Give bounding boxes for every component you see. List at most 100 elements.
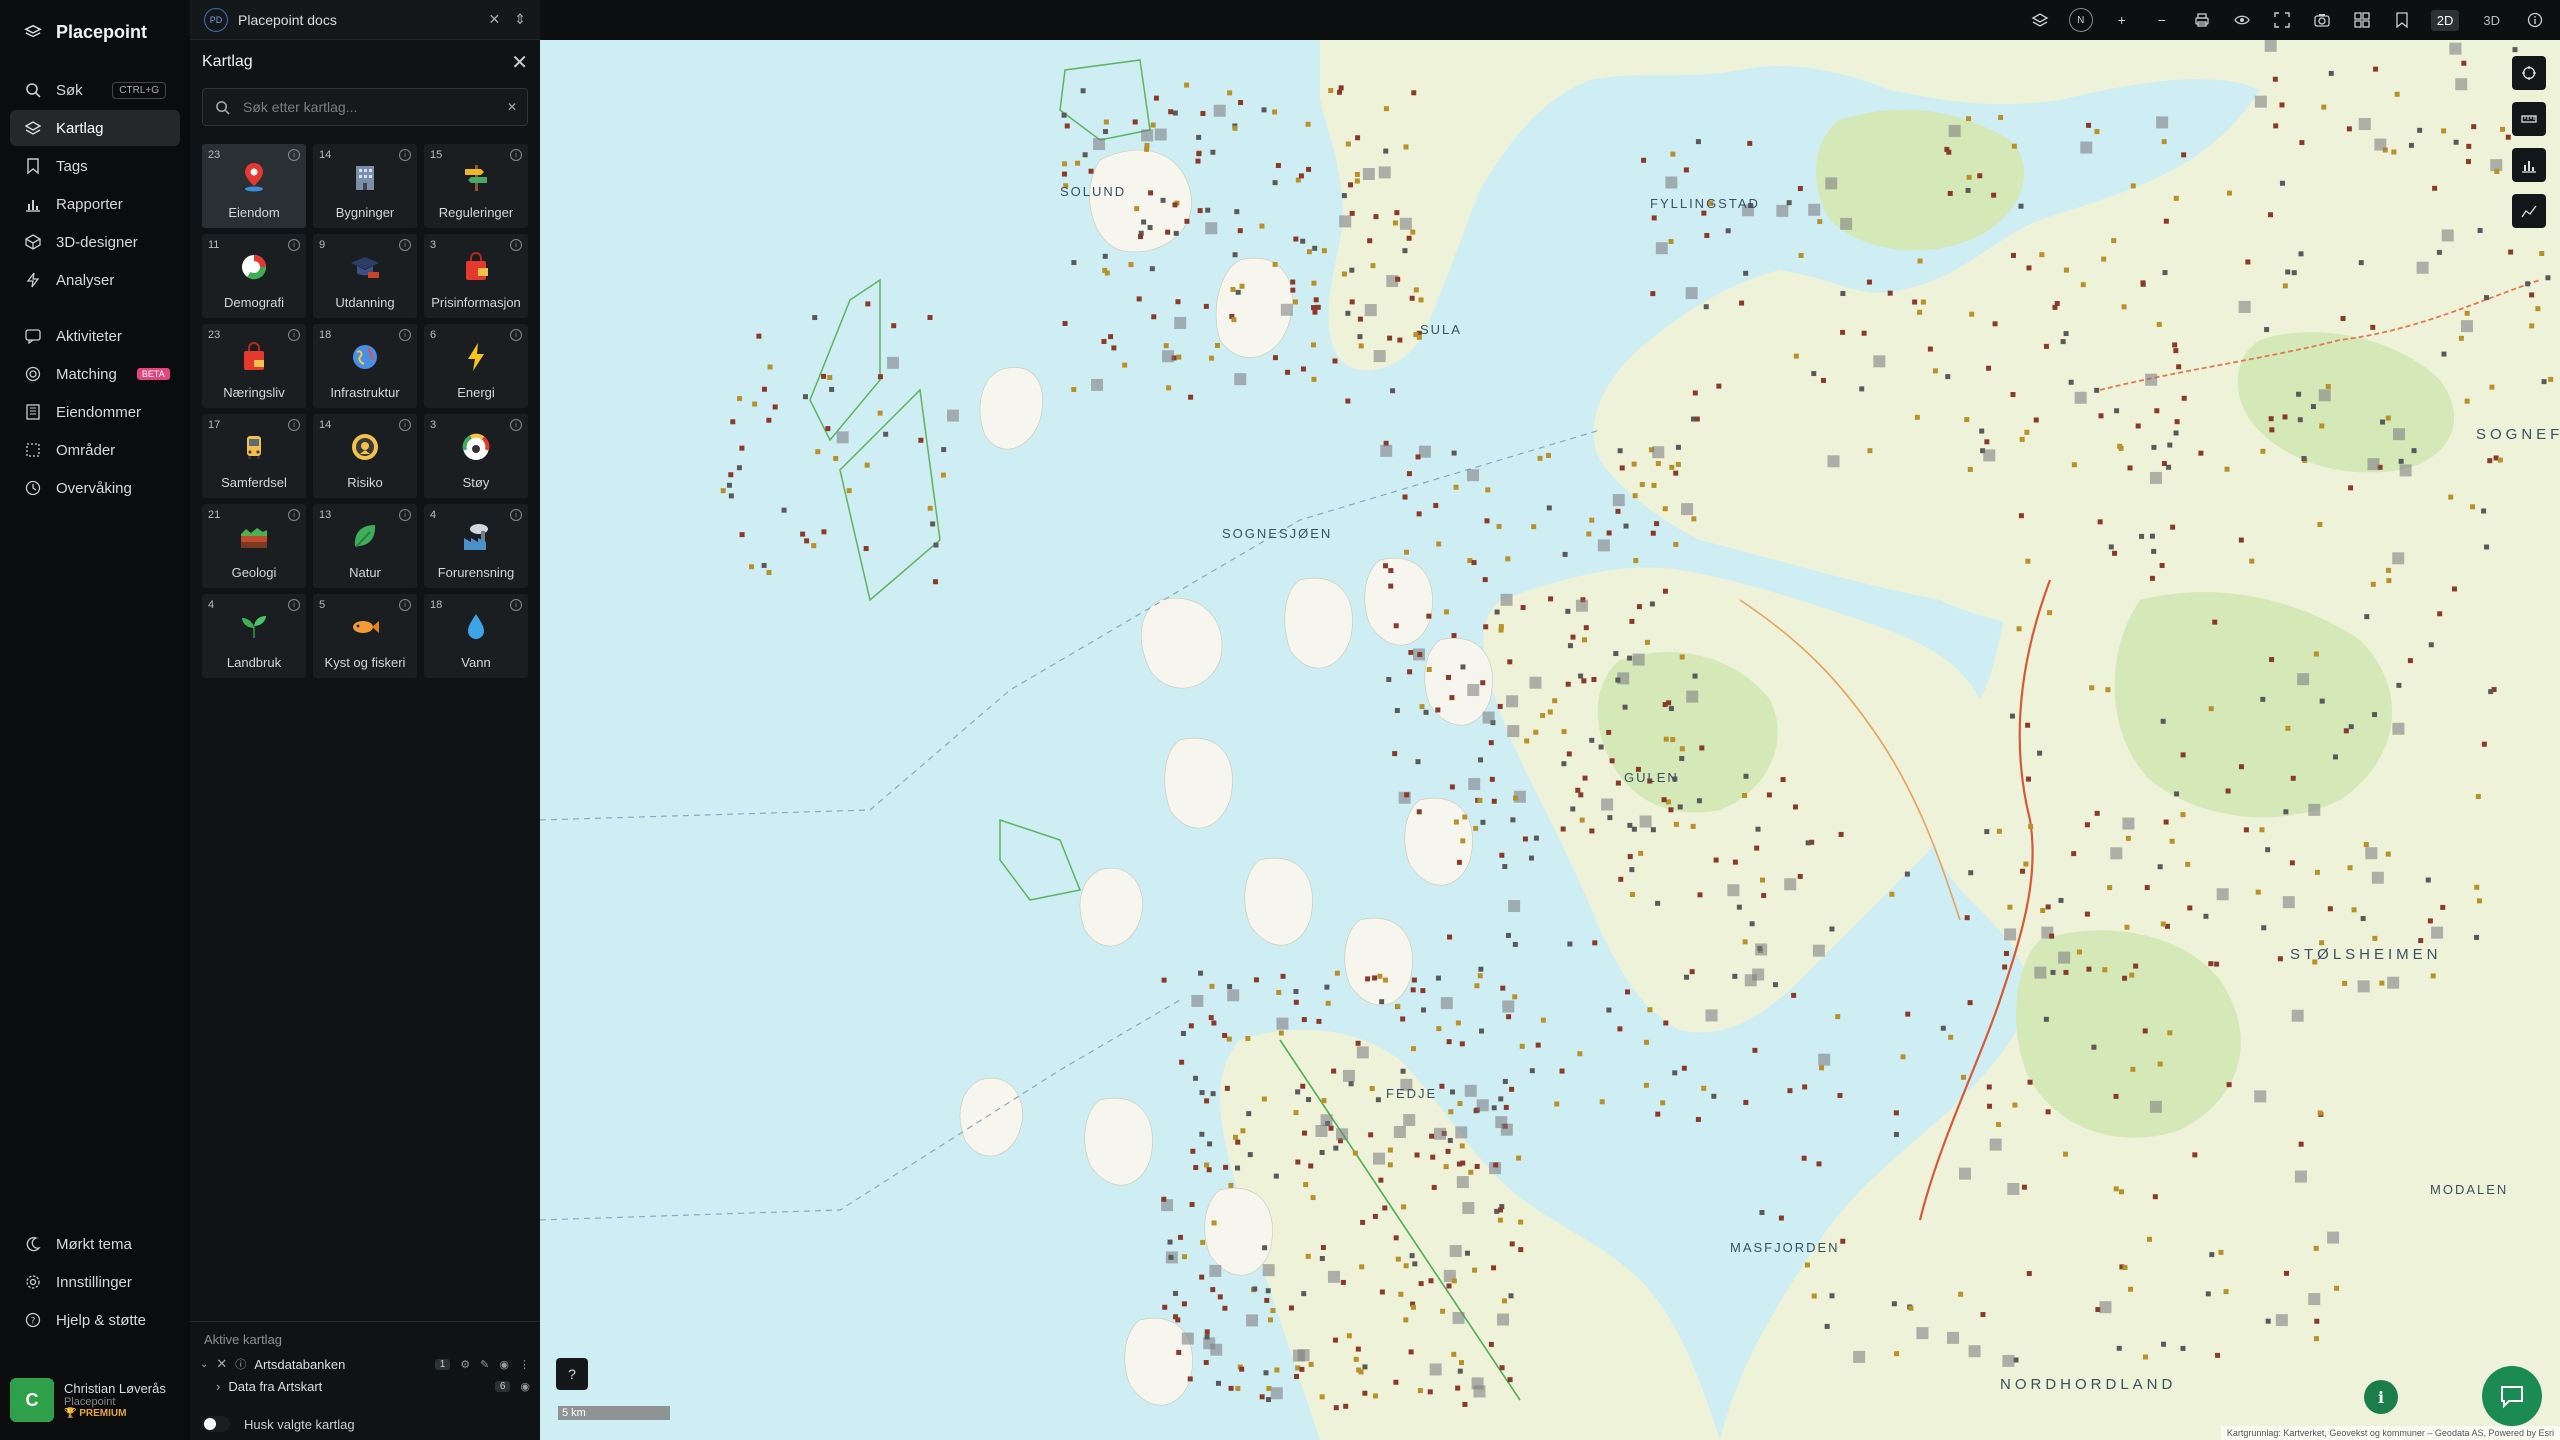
map-point-marker[interactable]	[1222, 1032, 1228, 1038]
map-point-marker[interactable]	[1703, 304, 1709, 310]
map-point-marker[interactable]	[1259, 1394, 1265, 1400]
map-cluster-marker[interactable]	[1506, 695, 1519, 708]
map-cluster-marker[interactable]	[1464, 1084, 1477, 1097]
map-cluster-marker[interactable]	[2392, 552, 2405, 565]
map-point-marker[interactable]	[1313, 297, 1319, 303]
map-point-marker[interactable]	[1840, 291, 1846, 297]
map-point-marker[interactable]	[756, 333, 762, 339]
map-point-marker[interactable]	[1820, 377, 1826, 383]
map-point-marker[interactable]	[1275, 163, 1281, 169]
map-cluster-marker[interactable]	[1989, 1138, 2002, 1151]
map-point-marker[interactable]	[1111, 345, 1117, 351]
map-cluster-marker[interactable]	[1825, 177, 1838, 190]
map-point-marker[interactable]	[2347, 865, 2353, 871]
map-point-marker[interactable]	[1457, 1101, 1463, 1107]
map-point-marker[interactable]	[1176, 1349, 1182, 1355]
map-point-marker[interactable]	[2291, 270, 2297, 276]
map-point-marker[interactable]	[1400, 1016, 1406, 1022]
map-point-marker[interactable]	[2112, 550, 2118, 556]
map-cluster-marker[interactable]	[1983, 449, 1996, 462]
map-point-marker[interactable]	[812, 315, 818, 321]
map-point-marker[interactable]	[1840, 329, 1846, 335]
map-point-marker[interactable]	[2391, 149, 2397, 155]
map-point-marker[interactable]	[1382, 1205, 1388, 1211]
map-point-marker[interactable]	[1188, 1023, 1194, 1029]
map-point-marker[interactable]	[1508, 1293, 1514, 1299]
map-point-marker[interactable]	[1472, 1267, 1478, 1273]
category-forurensning[interactable]: 4 i Forurensning	[424, 504, 528, 588]
map-point-marker[interactable]	[1606, 729, 1612, 735]
map-point-marker[interactable]	[1414, 1152, 1420, 1158]
map-point-marker[interactable]	[2142, 1028, 2148, 1034]
map-point-marker[interactable]	[1817, 219, 1823, 225]
map-point-marker[interactable]	[1272, 109, 1278, 115]
map-point-marker[interactable]	[1217, 1294, 1223, 1300]
map-cluster-marker[interactable]	[2002, 1354, 2015, 1367]
map-point-marker[interactable]	[1649, 601, 1655, 607]
map-point-marker[interactable]	[1984, 829, 1990, 835]
map-point-marker[interactable]	[2063, 969, 2069, 975]
map-point-marker[interactable]	[891, 323, 897, 329]
map-point-marker[interactable]	[2432, 185, 2438, 191]
map-point-marker[interactable]	[1887, 290, 1893, 296]
map-point-marker[interactable]	[1319, 1149, 1325, 1155]
map-point-marker[interactable]	[1198, 970, 1204, 976]
map-point-marker[interactable]	[2466, 143, 2472, 149]
map-point-marker[interactable]	[1355, 1346, 1361, 1352]
map-point-marker[interactable]	[1732, 859, 1738, 865]
map-point-marker[interactable]	[1235, 1385, 1241, 1391]
map-point-marker[interactable]	[1453, 819, 1459, 825]
map-point-marker[interactable]	[1358, 343, 1364, 349]
map-cluster-marker[interactable]	[2254, 95, 2267, 108]
map-point-marker[interactable]	[1632, 493, 1638, 499]
map-point-marker[interactable]	[1965, 187, 1971, 193]
map-point-marker[interactable]	[2094, 387, 2100, 393]
map-point-marker[interactable]	[1160, 197, 1166, 203]
map-point-marker[interactable]	[2380, 419, 2386, 425]
map-point-marker[interactable]	[1175, 1317, 1181, 1323]
map-point-marker[interactable]	[1552, 698, 1558, 704]
map-point-marker[interactable]	[2176, 364, 2182, 370]
map-point-marker[interactable]	[2535, 306, 2541, 312]
map-point-marker[interactable]	[1969, 311, 1975, 317]
map-point-marker[interactable]	[2284, 1270, 2290, 1276]
map-point-marker[interactable]	[1696, 798, 1702, 804]
map-cluster-marker[interactable]	[2399, 464, 2412, 477]
map-point-marker[interactable]	[1471, 560, 1477, 566]
map-point-marker[interactable]	[2068, 379, 2074, 385]
map-point-marker[interactable]	[1204, 1329, 1210, 1335]
category-bygninger[interactable]: 14 i Bygninger	[313, 144, 417, 228]
map-point-marker[interactable]	[1629, 892, 1635, 898]
map-cluster-marker[interactable]	[1968, 1345, 1981, 1358]
measure-tool-icon[interactable]	[2512, 56, 2546, 90]
map-point-marker[interactable]	[1274, 1367, 1280, 1373]
map-cluster-marker[interactable]	[1947, 1331, 1960, 1344]
map-point-marker[interactable]	[1725, 228, 1731, 234]
map-point-marker[interactable]	[2525, 281, 2531, 287]
map-point-marker[interactable]	[1306, 249, 1312, 255]
map-point-marker[interactable]	[1679, 654, 1685, 660]
map-point-marker[interactable]	[1893, 1110, 1899, 1116]
map-point-marker[interactable]	[1387, 1162, 1393, 1168]
map-cluster-marker[interactable]	[2358, 118, 2371, 131]
map-point-marker[interactable]	[2043, 1016, 2049, 1022]
map-point-marker[interactable]	[1352, 1150, 1358, 1156]
mode-3d-button[interactable]: 3D	[2477, 10, 2506, 31]
nav-item-settings[interactable]: Innstillinger	[10, 1264, 180, 1300]
map-point-marker[interactable]	[1332, 358, 1338, 364]
map-point-marker[interactable]	[1148, 190, 1154, 196]
map-point-marker[interactable]	[2328, 70, 2334, 76]
info-icon[interactable]: i	[510, 419, 522, 431]
map-point-marker[interactable]	[2484, 544, 2490, 550]
map-point-marker[interactable]	[2458, 335, 2464, 341]
map-point-marker[interactable]	[1946, 149, 1952, 155]
map-point-marker[interactable]	[1446, 1039, 1452, 1045]
map-point-marker[interactable]	[1679, 746, 1685, 752]
map-point-marker[interactable]	[1168, 109, 1174, 115]
map-point-marker[interactable]	[1280, 973, 1286, 979]
map-point-marker[interactable]	[2111, 238, 2117, 244]
map-cluster-marker[interactable]	[1339, 215, 1352, 228]
map-point-marker[interactable]	[1677, 804, 1683, 810]
map-point-marker[interactable]	[1402, 494, 1408, 500]
map-point-marker[interactable]	[1406, 235, 1412, 241]
